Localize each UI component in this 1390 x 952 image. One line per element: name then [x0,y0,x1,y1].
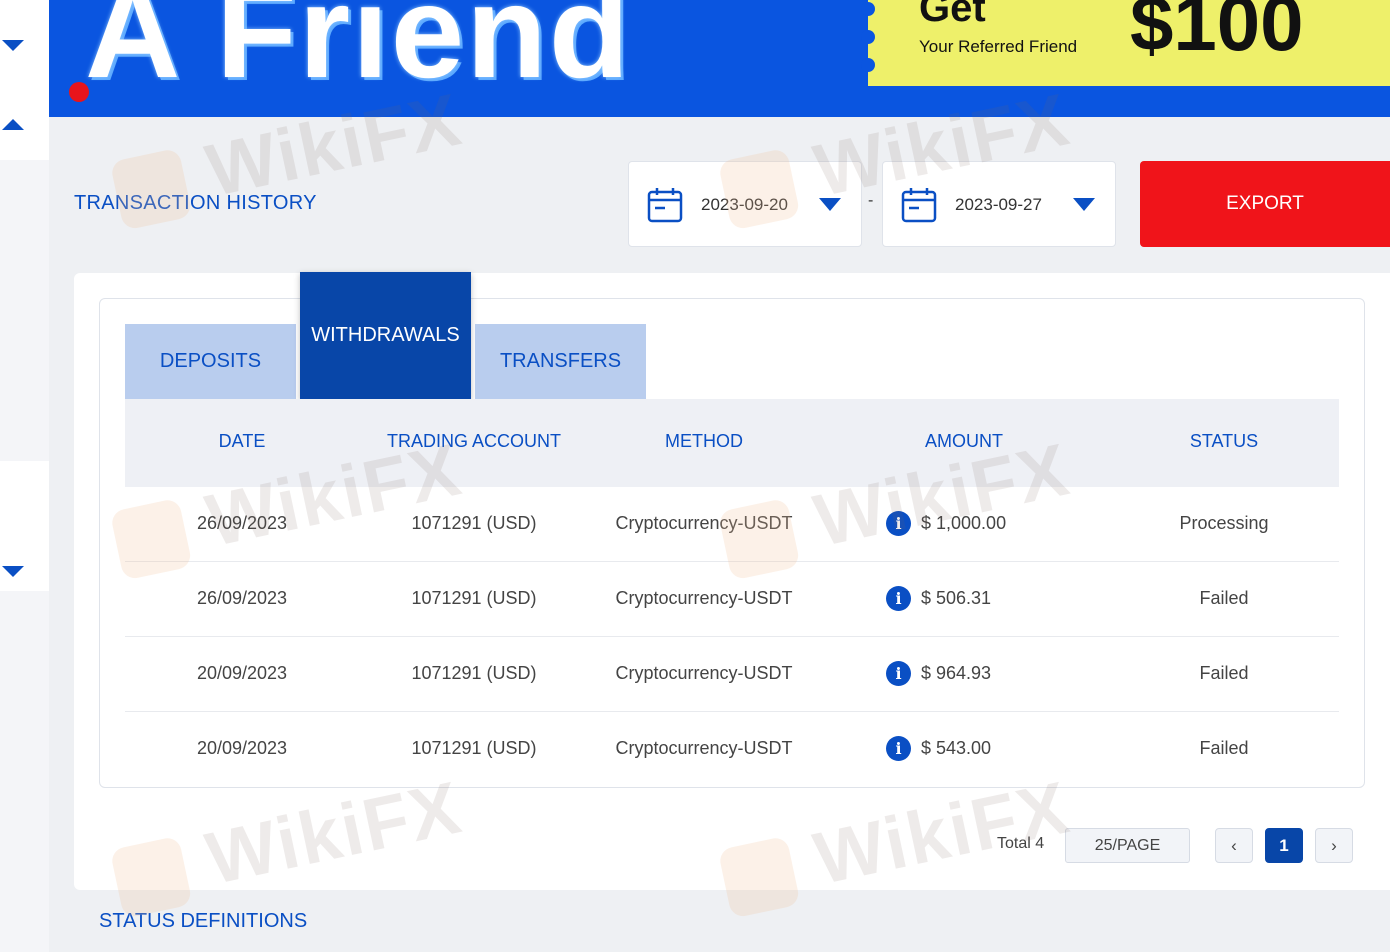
table-row[interactable]: 26/09/2023 1071291 (USD) Cryptocurrency-… [125,487,1339,562]
cell-method: Cryptocurrency-USDT [615,738,793,758]
pagination-total: Total 4 [997,835,1045,852]
date-from-value: 2023-09-20 [701,195,788,214]
cell-status: Failed [1199,588,1249,608]
page-1-button[interactable]: 1 [1265,828,1303,863]
banner-dot-icon [69,82,89,102]
cell-status: Failed [1199,663,1249,683]
ticket-notch [861,30,875,44]
cell-amount: $ 506.31 [921,588,992,608]
info-icon[interactable]: i [886,586,911,611]
cell-method: Cryptocurrency-USDT [615,588,793,608]
status-definitions-heading[interactable]: STATUS DEFINITIONS [99,910,307,933]
cell-amount: $ 1,000.00 [921,513,1007,533]
promo-get: Get [919,0,986,30]
cell-trading-account: 1071291 (USD) [411,513,537,533]
column-header-status[interactable]: STATUS [1190,431,1258,452]
promo-banner[interactable]: A Friend Get Your Referred Friend $100 [49,0,1390,117]
date-separator: - [868,192,874,209]
cell-trading-account: 1071291 (USD) [411,663,537,683]
page-size-select[interactable]: 25/PAGE [1065,828,1190,863]
cell-amount: $ 964.93 [921,663,992,683]
cell-date: 20/09/2023 [196,663,288,683]
ticket-notch [861,2,875,16]
cell-method: Cryptocurrency-USDT [615,663,793,683]
chevron-down-icon[interactable] [1073,198,1095,211]
caret-up-icon[interactable] [2,119,24,130]
table-row[interactable]: 26/09/2023 1071291 (USD) Cryptocurrency-… [125,562,1339,637]
calendar-icon [647,188,683,223]
cell-status: Failed [1199,738,1249,758]
calendar-icon [901,188,937,223]
promo-ticket: Get Your Referred Friend $100 [861,0,1390,86]
column-header-date[interactable]: DATE [219,431,266,452]
cell-method: Cryptocurrency-USDT [615,513,793,533]
ticket-notch [861,58,875,72]
prev-page-button[interactable]: ‹ [1215,828,1253,863]
date-to-picker[interactable]: 2023-09-27 [882,161,1116,247]
cell-date: 26/09/2023 [196,513,288,533]
date-from-picker[interactable]: 2023-09-20 [628,161,862,247]
chevron-down-icon[interactable] [819,198,841,211]
info-icon[interactable]: i [886,736,911,761]
cell-date: 20/09/2023 [196,738,288,758]
banner-title: A Friend [85,0,632,105]
info-icon[interactable]: i [886,511,911,536]
cell-trading-account: 1071291 (USD) [411,588,537,608]
promo-amount: $100 [1130,0,1304,67]
cell-status: Processing [1179,513,1269,533]
page-title: TRANSACTION HISTORY [74,192,317,214]
cell-trading-account: 1071291 (USD) [411,738,537,758]
cell-amount: $ 543.00 [921,738,992,758]
cell-date: 26/09/2023 [196,588,288,608]
caret-down-icon[interactable] [2,40,24,51]
table-row[interactable]: 20/09/2023 1071291 (USD) Cryptocurrency-… [125,637,1339,712]
promo-subtitle: Your Referred Friend [919,37,1078,56]
info-icon[interactable]: i [886,661,911,686]
column-header-method[interactable]: METHOD [665,431,743,452]
table-row[interactable]: 20/09/2023 1071291 (USD) Cryptocurrency-… [125,712,1339,787]
watermark-logo-icon [109,148,193,232]
tab-transfers[interactable]: TRANSFERS [475,324,646,399]
export-button[interactable]: EXPORT [1140,161,1390,247]
column-header-amount[interactable]: AMOUNT [925,431,1003,452]
tab-deposits[interactable]: DEPOSITS [125,324,296,399]
next-page-button[interactable]: › [1315,828,1353,863]
caret-down-icon[interactable] [2,566,24,577]
tab-withdrawals[interactable]: WITHDRAWALS [300,272,471,399]
date-to-value: 2023-09-27 [955,195,1042,214]
sidebar-panel-top [0,0,49,160]
table-header: DATE TRADING ACCOUNT METHOD AMOUNT STATU… [125,399,1339,487]
column-header-trading-account[interactable]: TRADING ACCOUNT [387,431,561,452]
